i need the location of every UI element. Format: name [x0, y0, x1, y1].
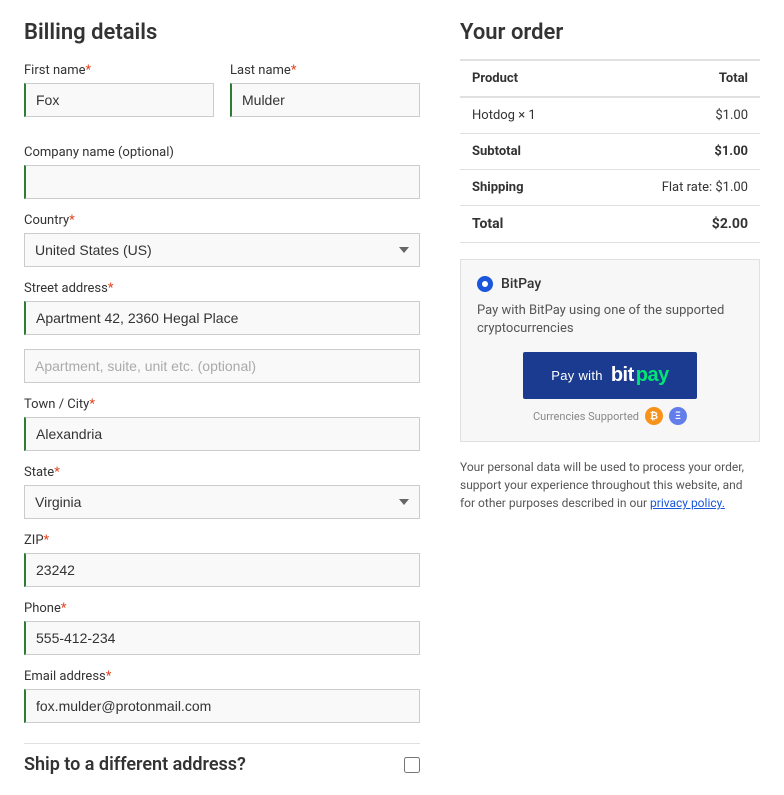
currencies-row: Currencies Supported ₿ Ξ [533, 407, 687, 425]
bitpay-radio[interactable] [477, 276, 493, 292]
subtotal-label: Subtotal [460, 134, 593, 170]
company-name-label: Company name (optional) [24, 145, 420, 160]
street2-group [24, 349, 420, 383]
country-group: Country* United States (US) Canada Unite… [24, 213, 420, 267]
country-label: Country* [24, 213, 420, 228]
total-value: $2.00 [593, 206, 760, 243]
state-select[interactable]: Virginia California New York Texas Flori… [24, 485, 420, 519]
email-group: Email address* [24, 669, 420, 723]
ship-different-row: Ship to a different address? [24, 743, 420, 775]
phone-label: Phone* [24, 601, 420, 616]
shipping-row: Shipping Flat rate: $1.00 [460, 170, 760, 206]
shipping-label: Shipping [460, 170, 593, 206]
bitpay-header: BitPay [477, 276, 743, 292]
ship-different-checkbox[interactable] [404, 757, 420, 773]
order-title: Your order [460, 20, 760, 45]
billing-title: Billing details [24, 20, 420, 45]
bitpay-button-wrapper: Pay with bitpay Currencies Supported ₿ Ξ [477, 352, 743, 425]
street-input[interactable] [24, 301, 420, 335]
bitpay-pay-button[interactable]: Pay with bitpay [523, 352, 696, 399]
btc-icon: ₿ [645, 407, 663, 425]
subtotal-row: Subtotal $1.00 [460, 134, 760, 170]
zip-input[interactable] [24, 553, 420, 587]
bitpay-logo: bitpay [611, 364, 669, 387]
order-table: Product Total Hotdog × 1 $1.00 Subtotal … [460, 59, 760, 243]
email-input[interactable] [24, 689, 420, 723]
shipping-value: Flat rate: $1.00 [593, 170, 760, 206]
email-label: Email address* [24, 669, 420, 684]
order-item-row: Hotdog × 1 $1.00 [460, 97, 760, 134]
first-name-input[interactable] [24, 83, 214, 117]
total-col-header: Total [593, 60, 760, 97]
privacy-note: Your personal data will be used to proce… [460, 458, 760, 512]
total-label: Total [460, 206, 593, 243]
order-item-label: Hotdog × 1 [460, 97, 593, 134]
last-name-group: Last name* [230, 63, 420, 117]
company-name-group: Company name (optional) [24, 145, 420, 199]
city-group: Town / City* [24, 397, 420, 451]
city-input[interactable] [24, 417, 420, 451]
zip-group: ZIP* [24, 533, 420, 587]
first-name-group: First name* [24, 63, 214, 117]
street-label: Street address* [24, 281, 420, 296]
street2-input[interactable] [24, 349, 420, 383]
bitpay-section: BitPay Pay with BitPay using one of the … [460, 259, 760, 442]
company-name-input[interactable] [24, 165, 420, 199]
last-name-input[interactable] [230, 83, 420, 117]
privacy-policy-link[interactable]: privacy policy. [650, 496, 725, 510]
eth-icon: Ξ [669, 407, 687, 425]
first-name-label: First name* [24, 63, 214, 78]
state-label: State* [24, 465, 420, 480]
billing-details-section: Billing details First name* Last name* C… [24, 20, 420, 775]
phone-input[interactable] [24, 621, 420, 655]
order-summary-section: Your order Product Total Hotdog × 1 $1.0… [460, 20, 760, 775]
phone-group: Phone* [24, 601, 420, 655]
state-group: State* Virginia California New York Texa… [24, 465, 420, 519]
total-row: Total $2.00 [460, 206, 760, 243]
product-col-header: Product [460, 60, 593, 97]
ship-different-label: Ship to a different address? [24, 754, 246, 775]
street-address-group: Street address* [24, 281, 420, 335]
last-name-label: Last name* [230, 63, 420, 78]
country-select[interactable]: United States (US) Canada United Kingdom… [24, 233, 420, 267]
order-item-value: $1.00 [593, 97, 760, 134]
bitpay-description: Pay with BitPay using one of the support… [477, 302, 743, 338]
bitpay-label: BitPay [501, 276, 541, 292]
city-label: Town / City* [24, 397, 420, 412]
zip-label: ZIP* [24, 533, 420, 548]
subtotal-value: $1.00 [593, 134, 760, 170]
currencies-label: Currencies Supported [533, 410, 639, 423]
pay-with-text: Pay with [551, 368, 603, 383]
